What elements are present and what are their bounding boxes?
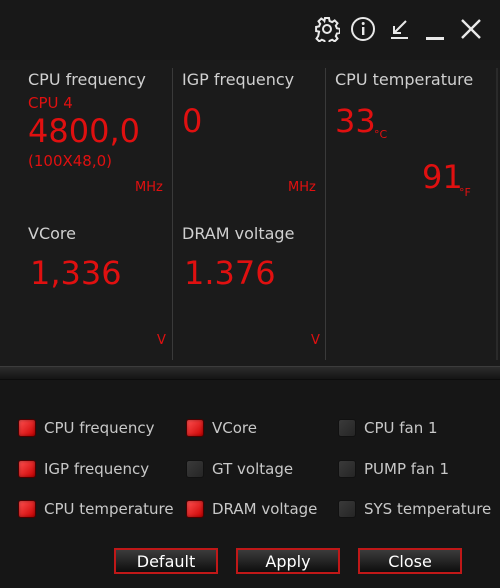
vcore-label: VCore — [28, 224, 76, 243]
option-cpu-frequency[interactable]: CPU frequency — [18, 419, 155, 437]
checkbox-icon[interactable] — [338, 419, 356, 437]
vcore-unit: V — [157, 333, 166, 348]
close-button[interactable]: Close — [358, 548, 462, 574]
apply-button[interactable]: Apply — [236, 548, 340, 574]
checkbox-icon[interactable] — [186, 500, 204, 518]
cpu-frequency-value: 4800,0 — [28, 112, 140, 150]
checkbox-icon[interactable] — [186, 419, 204, 437]
section-separator — [0, 366, 500, 380]
option-igp-frequency[interactable]: IGP frequency — [18, 460, 149, 478]
option-sys-temperature[interactable]: SYS temperature — [338, 500, 491, 518]
option-label: GT voltage — [212, 460, 294, 478]
vcore-value: 1,336 — [30, 254, 122, 292]
option-label: CPU frequency — [44, 419, 155, 437]
minimize-icon[interactable] — [420, 14, 450, 44]
igp-frequency-label: IGP frequency — [182, 70, 295, 89]
option-label: VCore — [212, 419, 257, 437]
cpu-temperature-label: CPU temperature — [335, 70, 474, 89]
cpu-core-label: CPU 4 — [28, 94, 73, 112]
checkbox-icon[interactable] — [18, 500, 36, 518]
option-cpu-temperature[interactable]: CPU temperature — [18, 500, 174, 518]
dram-voltage-label: DRAM voltage — [182, 224, 295, 243]
igp-frequency-value: 0 — [182, 102, 203, 140]
option-gt-voltage[interactable]: GT voltage — [186, 460, 293, 478]
option-label: CPU fan 1 — [364, 419, 438, 437]
metrics-panel: CPU frequency CPU 4 4800,0 (100X48,0) MH… — [0, 60, 500, 366]
cpu-frequency-label: CPU frequency — [28, 70, 146, 89]
checkbox-icon[interactable] — [186, 460, 204, 478]
option-label: DRAM voltage — [212, 500, 318, 518]
cpu-frequency-unit: MHz — [135, 180, 163, 195]
option-vcore[interactable]: VCore — [186, 419, 257, 437]
minimize-to-corner-icon[interactable] — [384, 14, 414, 44]
close-icon[interactable] — [456, 14, 486, 44]
option-cpu-fan-1[interactable]: CPU fan 1 — [338, 419, 438, 437]
checkbox-icon[interactable] — [18, 460, 36, 478]
panel-edge — [496, 68, 498, 360]
dram-voltage-unit: V — [311, 333, 320, 348]
option-pump-fan-1[interactable]: PUMP fan 1 — [338, 460, 449, 478]
option-label: SYS temperature — [364, 500, 492, 518]
cpu-temperature-celsius: 33 — [335, 102, 376, 140]
checkbox-icon[interactable] — [338, 460, 356, 478]
option-label: CPU temperature — [44, 500, 174, 518]
cpu-temperature-fahrenheit: 91 — [422, 158, 463, 196]
default-button[interactable]: Default — [114, 548, 218, 574]
column-divider — [325, 68, 326, 360]
info-icon[interactable] — [348, 14, 378, 44]
cpu-frequency-detail: (100X48,0) — [28, 152, 113, 170]
celsius-unit: °C — [374, 128, 388, 141]
option-dram-voltage[interactable]: DRAM voltage — [186, 500, 317, 518]
checkbox-icon[interactable] — [18, 419, 36, 437]
fahrenheit-unit: °F — [459, 186, 471, 199]
igp-frequency-unit: MHz — [288, 180, 316, 195]
column-divider — [172, 68, 173, 360]
checkbox-icon[interactable] — [338, 500, 356, 518]
dram-voltage-value: 1.376 — [184, 254, 276, 292]
gear-icon[interactable] — [312, 14, 342, 44]
option-label: IGP frequency — [44, 460, 150, 478]
option-label: PUMP fan 1 — [364, 460, 450, 478]
title-bar — [0, 0, 500, 60]
